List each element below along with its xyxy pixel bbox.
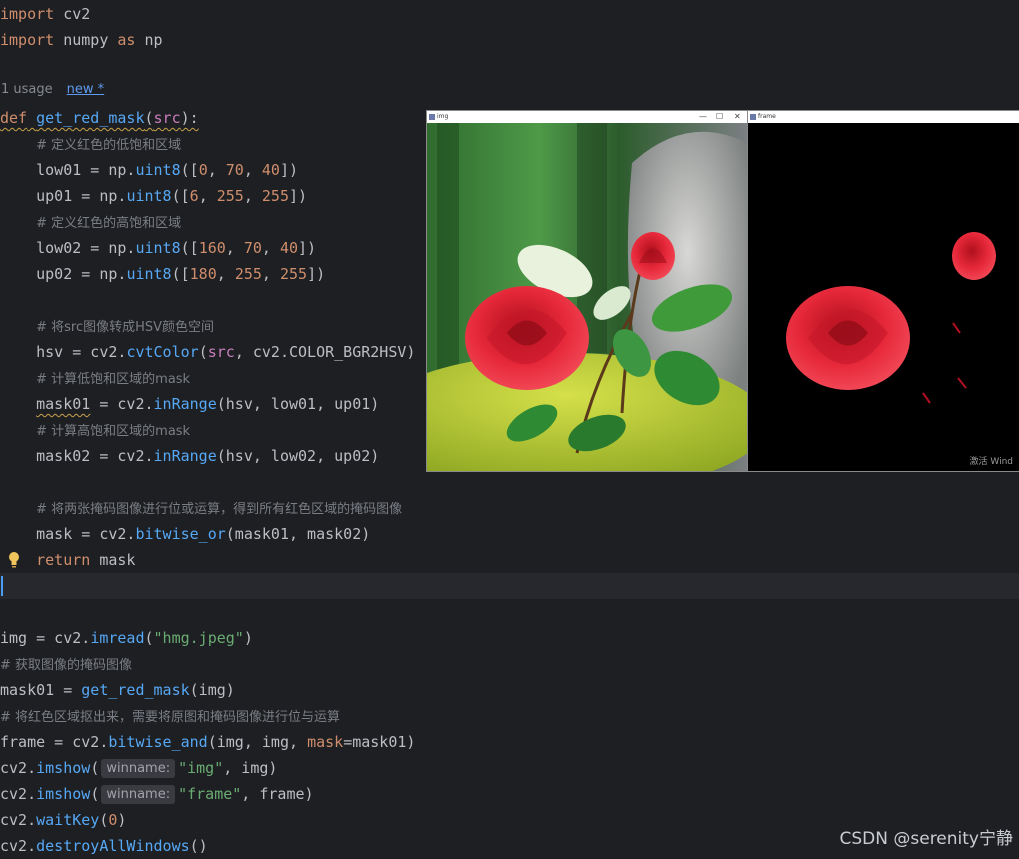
code-comment[interactable]: # 将红色区域抠出来，需要将原图和掩码图像进行位与运算 — [0, 703, 340, 729]
code-comment[interactable]: # 定义红色的低饱和区域 — [0, 131, 181, 157]
author-new-link[interactable]: new * — [67, 82, 105, 97]
usage-count[interactable]: 1 usage — [1, 82, 53, 97]
frame-window-title: frame — [758, 113, 776, 120]
code-line[interactable]: return mask — [0, 547, 135, 573]
current-line-highlight — [0, 573, 1019, 599]
text-caret — [1, 576, 3, 596]
code-comment[interactable]: # 将src图像转成HSV颜色空间 — [0, 313, 214, 339]
maximize-button[interactable]: ☐ — [716, 111, 723, 123]
code-line[interactable]: low01 = np.uint8([0, 70, 40]) — [0, 157, 298, 183]
code-line[interactable]: cv2.waitKey(0) — [0, 807, 126, 833]
code-line[interactable]: mask02 = cv2.inRange(hsv, low02, up02) — [0, 443, 379, 469]
img-window[interactable]: img — ☐ ✕ — [427, 111, 747, 471]
window-app-icon — [750, 114, 756, 120]
param-hint: winname: — [101, 785, 176, 804]
minimize-button[interactable]: — — [699, 111, 707, 123]
frame-window[interactable]: frame 激活 Wind — [748, 111, 1019, 471]
frame-window-titlebar[interactable]: frame — [748, 111, 1019, 123]
code-line[interactable]: mask01 = cv2.inRange(hsv, low01, up01) — [0, 391, 379, 417]
usage-inlay[interactable]: 1 usage new * — [1, 82, 104, 97]
code-line[interactable]: cv2.imshow(winname: "img", img) — [0, 755, 277, 781]
code-line[interactable]: up01 = np.uint8([6, 255, 255]) — [0, 183, 307, 209]
code-line[interactable]: mask01 = get_red_mask(img) — [0, 677, 235, 703]
window-app-icon — [429, 114, 435, 120]
code-line[interactable]: mask = cv2.bitwise_or(mask01, mask02) — [0, 521, 370, 547]
code-line[interactable]: low02 = np.uint8([160, 70, 40]) — [0, 235, 316, 261]
csdn-watermark: CSDN @serenity宁静 — [839, 829, 1014, 849]
img-window-title: img — [437, 113, 449, 120]
code-comment[interactable]: # 将两张掩码图像进行位或运算，得到所有红色区域的掩码图像 — [0, 495, 402, 521]
code-line[interactable]: cv2.destroyAllWindows() — [0, 833, 208, 859]
code-comment[interactable]: # 获取图像的掩码图像 — [0, 651, 132, 677]
masked-rose-image — [748, 123, 1019, 471]
code-line[interactable]: cv2.imshow(winname: "frame", frame) — [0, 781, 314, 807]
code-line[interactable]: img = cv2.imread("hmg.jpeg") — [0, 625, 253, 651]
close-button[interactable]: ✕ — [734, 111, 741, 123]
code-line[interactable]: frame = cv2.bitwise_and(img, img, mask=m… — [0, 729, 415, 755]
code-line[interactable]: import cv2 — [0, 1, 90, 27]
rose-photo — [427, 123, 747, 471]
activation-watermark: 激活 Wind — [969, 457, 1013, 467]
img-window-titlebar[interactable]: img — ☐ ✕ — [427, 111, 747, 123]
code-comment[interactable]: # 计算高饱和区域的mask — [0, 417, 190, 443]
code-line[interactable]: import numpy as np — [0, 27, 163, 53]
code-line[interactable]: hsv = cv2.cvtColor(src, cv2.COLOR_BGR2HS… — [0, 339, 415, 365]
param-hint: winname: — [101, 759, 176, 778]
code-line[interactable]: up02 = np.uint8([180, 255, 255]) — [0, 261, 325, 287]
code-comment[interactable]: # 计算低饱和区域的mask — [0, 365, 190, 391]
code-line-def[interactable]: def get_red_mask(src): — [0, 105, 199, 131]
code-comment[interactable]: # 定义红色的高饱和区域 — [0, 209, 181, 235]
